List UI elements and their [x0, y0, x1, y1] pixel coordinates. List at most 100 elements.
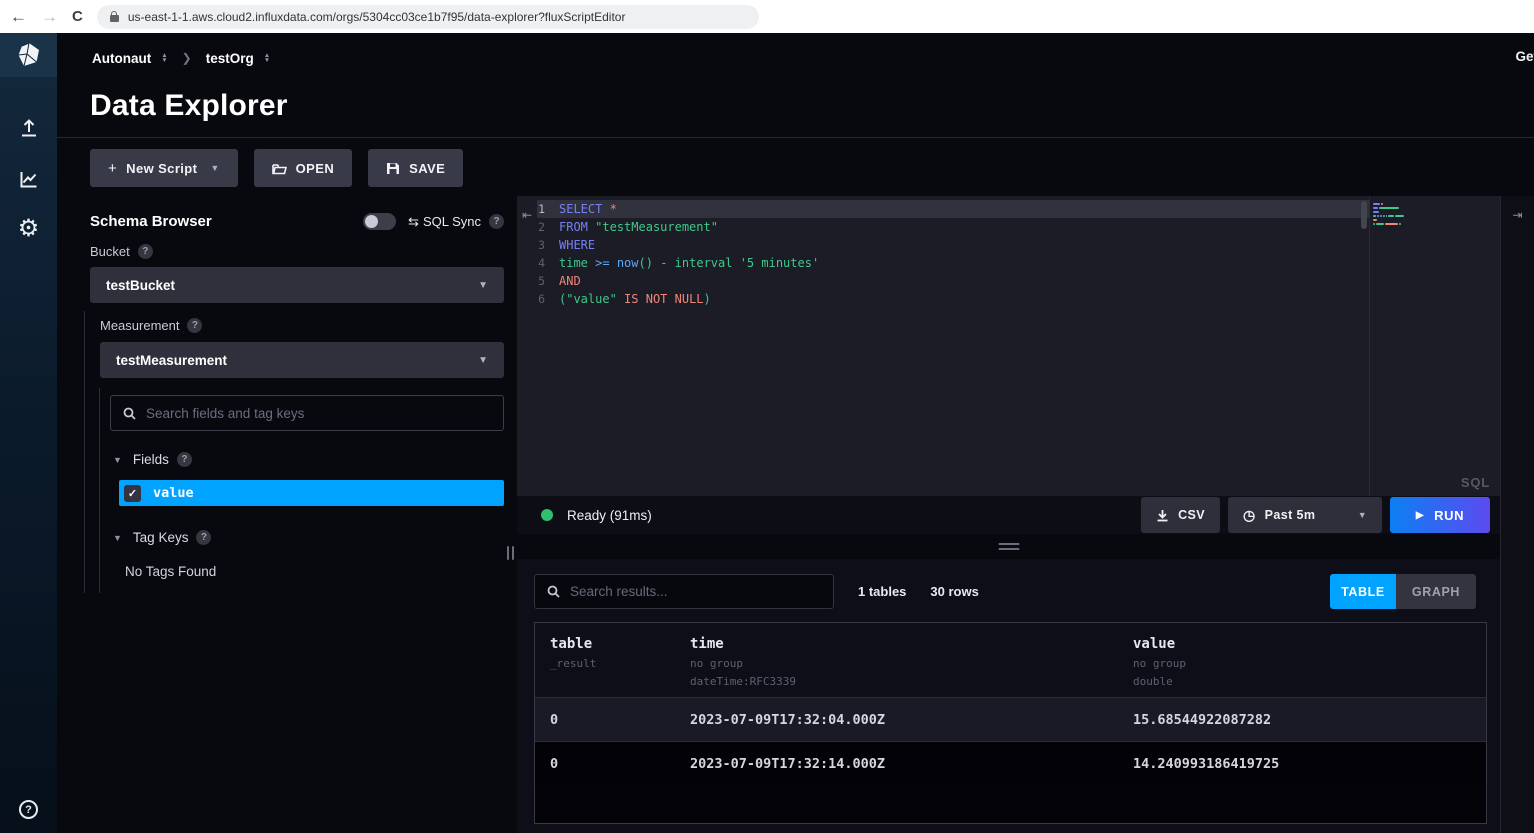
- fields-label: Fields: [133, 452, 169, 467]
- chevron-down-icon: ▼: [478, 355, 488, 366]
- download-icon: [1156, 509, 1169, 522]
- play-icon: ▶: [1416, 510, 1424, 521]
- code-line[interactable]: 6("value" IS NOT NULL): [537, 290, 1369, 308]
- tag-keys-label: Tag Keys: [133, 530, 189, 545]
- sql-sync-toggle[interactable]: [363, 213, 396, 230]
- browser-back-icon[interactable]: ←: [10, 8, 27, 25]
- breadcrumb-org[interactable]: Autonaut: [92, 51, 151, 66]
- collapse-right-icon: ⇥: [1512, 208, 1522, 222]
- new-script-label: New Script: [126, 161, 197, 176]
- line-number: 6: [537, 292, 559, 306]
- drag-handle-icon: [507, 546, 514, 560]
- measurement-dropdown[interactable]: testMeasurement ▼: [100, 342, 504, 378]
- code-text: AND: [559, 274, 581, 288]
- code-text: ("value" IS NOT NULL): [559, 292, 711, 306]
- tag-keys-help-icon[interactable]: ?: [196, 530, 211, 545]
- indent-guide: [84, 311, 85, 593]
- minimap-line: [1373, 223, 1404, 225]
- code-line[interactable]: 1SELECT *: [537, 200, 1369, 218]
- code-line[interactable]: 4time >= now() - interval '5 minutes': [537, 254, 1369, 272]
- browser-forward-icon[interactable]: →: [41, 8, 58, 25]
- sql-sync-help-icon[interactable]: ?: [489, 214, 504, 229]
- tag-keys-collapse-icon[interactable]: ▼: [113, 533, 122, 543]
- help-icon[interactable]: ?: [19, 800, 38, 819]
- field-checkbox[interactable]: ✓: [124, 485, 141, 502]
- upload-data-icon[interactable]: [18, 117, 40, 139]
- tab-graph[interactable]: GRAPH: [1396, 574, 1476, 609]
- minimap-line: [1373, 211, 1404, 213]
- suborg-switcher-icon[interactable]: ▲▼: [264, 53, 270, 63]
- script-toolbar: + New Script ▼ OPEN SAVE: [90, 149, 1534, 187]
- results-search-input[interactable]: [570, 584, 821, 599]
- open-button[interactable]: OPEN: [254, 149, 352, 187]
- bucket-help-icon[interactable]: ?: [138, 244, 153, 259]
- browser-chrome: ← → C us-east-1-1.aws.cloud2.influxdata.…: [0, 0, 1534, 33]
- column-header-time[interactable]: timeno groupdateTime:RFC3339: [675, 636, 1118, 697]
- app-sidebar: ⚙ ?: [0, 33, 57, 833]
- results-table-header: table_resulttimeno groupdateTime:RFC3339…: [535, 623, 1486, 697]
- fields-search-input[interactable]: [146, 406, 491, 421]
- fields-search[interactable]: [110, 395, 504, 431]
- browser-reload-icon[interactable]: C: [72, 8, 83, 25]
- code-text: time >= now() - interval '5 minutes': [559, 256, 819, 270]
- panel-resize-divider[interactable]: [504, 196, 517, 833]
- editor-scrollbar[interactable]: [1361, 201, 1367, 229]
- sync-arrows-icon: ⇆: [408, 214, 419, 229]
- table-row[interactable]: 02023-07-09T17:32:14.000Z14.240993186419…: [535, 741, 1486, 785]
- save-button[interactable]: SAVE: [368, 149, 463, 187]
- code-text: SELECT *: [559, 202, 617, 216]
- code-line[interactable]: 2FROM "testMeasurement": [537, 218, 1369, 236]
- editor-minimap[interactable]: [1370, 196, 1404, 496]
- screen: ← → C us-east-1-1.aws.cloud2.influxdata.…: [0, 0, 1534, 833]
- table-cell: 0: [535, 712, 675, 728]
- bucket-value: testBucket: [106, 278, 175, 293]
- results-table-body: 02023-07-09T17:32:04.000Z15.685449220872…: [535, 697, 1486, 785]
- collapse-left-icon[interactable]: ⇤: [517, 196, 537, 496]
- code-line[interactable]: 3WHERE: [537, 236, 1369, 254]
- new-script-button[interactable]: + New Script ▼: [90, 149, 238, 187]
- csv-download-button[interactable]: CSV: [1141, 497, 1220, 533]
- code-text: FROM "testMeasurement": [559, 220, 718, 234]
- fields-help-icon[interactable]: ?: [177, 452, 192, 467]
- drag-handle-icon: [998, 543, 1019, 550]
- nav-right-link[interactable]: Get: [1515, 49, 1534, 64]
- run-query-button[interactable]: ▶ RUN: [1390, 497, 1490, 533]
- tables-count: 1 tables: [858, 584, 906, 599]
- column-name: table: [550, 636, 675, 652]
- table-row[interactable]: 02023-07-09T17:32:04.000Z15.685449220872…: [535, 697, 1486, 741]
- bucket-dropdown[interactable]: testBucket ▼: [90, 267, 504, 303]
- minimap-line: [1373, 219, 1404, 221]
- editor-lines[interactable]: 1SELECT *2FROM "testMeasurement"3WHERE4t…: [537, 196, 1369, 496]
- code-line[interactable]: 5AND: [537, 272, 1369, 290]
- folder-icon: [272, 162, 287, 175]
- results-search[interactable]: [534, 574, 834, 609]
- influxdb-logo[interactable]: [0, 33, 57, 77]
- title-row: Data Explorer: [57, 89, 1534, 138]
- page-title: Data Explorer: [90, 89, 1534, 123]
- org-switcher-icon[interactable]: ▲▼: [161, 53, 167, 63]
- results-resize-divider[interactable]: [517, 534, 1500, 559]
- column-header-value[interactable]: valueno groupdouble: [1118, 636, 1486, 697]
- column-name: value: [1133, 636, 1486, 652]
- measurement-help-icon[interactable]: ?: [187, 318, 202, 333]
- fields-collapse-icon[interactable]: ▼: [113, 455, 122, 465]
- column-header-table[interactable]: table_result: [535, 636, 675, 697]
- query-status-text: Ready (91ms): [567, 508, 652, 523]
- influxdb-logo-icon: [16, 42, 42, 68]
- breadcrumb-suborg[interactable]: testOrg: [206, 51, 254, 66]
- field-item-value[interactable]: ✓ value: [119, 480, 504, 506]
- data-explorer-icon[interactable]: [18, 168, 40, 190]
- results-table: table_resulttimeno groupdateTime:RFC3339…: [534, 622, 1487, 824]
- measurement-value: testMeasurement: [116, 353, 227, 368]
- time-range-dropdown[interactable]: ◷ Past 5m ▼: [1228, 497, 1382, 533]
- open-label: OPEN: [296, 161, 334, 176]
- lock-icon: [110, 11, 119, 22]
- measurement-label: Measurement: [100, 318, 179, 333]
- table-cell: 0: [535, 756, 675, 772]
- settings-gear-icon[interactable]: ⚙: [18, 218, 40, 240]
- tab-table[interactable]: TABLE: [1330, 574, 1396, 609]
- line-number: 2: [537, 220, 559, 234]
- address-bar[interactable]: us-east-1-1.aws.cloud2.influxdata.com/or…: [97, 5, 759, 29]
- right-collapse-strip[interactable]: ⇥: [1500, 196, 1534, 833]
- sql-editor[interactable]: ⇤ 1SELECT *2FROM "testMeasurement"3WHERE…: [517, 196, 1500, 496]
